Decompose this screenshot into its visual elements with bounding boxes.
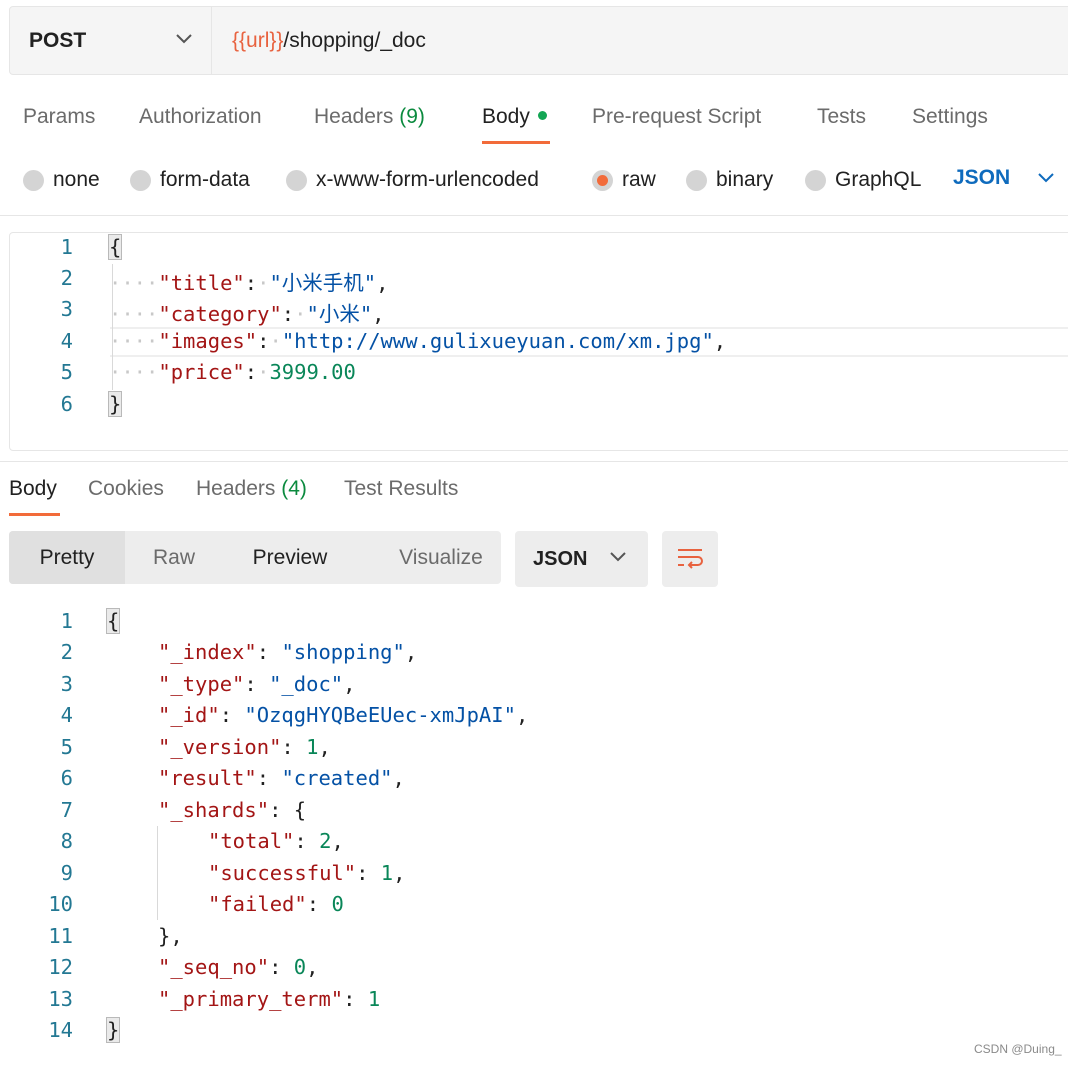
line-number: 2 — [60, 640, 73, 664]
code-line: } — [107, 391, 123, 417]
line-number: 4 — [60, 703, 73, 727]
wrap-lines-button[interactable] — [662, 531, 718, 587]
code-line: "failed": 0 — [208, 892, 344, 916]
line-number: 6 — [60, 392, 73, 416]
code-line: "successful": 1, — [208, 861, 406, 885]
code-line: ····"title":·"小米手机", — [109, 271, 389, 295]
code-line: "_version": 1, — [158, 735, 331, 759]
line-number: 3 — [60, 297, 73, 321]
code-line: "_index": "shopping", — [158, 640, 418, 664]
line-number: 8 — [60, 829, 73, 853]
code-line: "_seq_no": 0, — [158, 955, 319, 979]
view-pretty-button[interactable]: Pretty — [9, 531, 125, 584]
tab-headers[interactable]: Headers (9) — [314, 105, 425, 129]
tab-tests[interactable]: Tests — [817, 105, 866, 129]
line-number: 13 — [48, 987, 73, 1011]
code-line: }, — [158, 924, 183, 948]
response-tab-underline — [9, 513, 60, 516]
line-number: 4 — [60, 329, 73, 353]
view-visualize-button[interactable]: Visualize — [375, 531, 507, 584]
chevron-down-icon — [610, 552, 626, 562]
code-line: ····"category":·"小米", — [109, 302, 385, 326]
line-number: 12 — [48, 955, 73, 979]
line-number: 5 — [60, 360, 73, 384]
response-tab-test-results[interactable]: Test Results — [344, 477, 458, 501]
line-number: 11 — [48, 924, 73, 948]
raw-format-dropdown[interactable]: JSON — [953, 166, 1054, 190]
line-number: 1 — [60, 609, 73, 633]
line-number: 1 — [60, 235, 73, 259]
line-number: 2 — [60, 266, 73, 290]
code-line: "_type": "_doc", — [158, 672, 356, 696]
code-line: "total": 2, — [208, 829, 344, 853]
wrap-lines-icon — [678, 549, 703, 569]
code-line: "result": "created", — [158, 766, 405, 790]
code-line: ····"images":·"http://www.gulixueyuan.co… — [109, 329, 727, 353]
line-number: 14 — [48, 1018, 73, 1042]
radio-none[interactable]: none — [23, 168, 100, 192]
tab-body-underline — [482, 141, 550, 144]
view-mode-switch: Pretty Raw Preview Visualize — [9, 531, 501, 584]
radio-raw[interactable]: raw — [592, 168, 656, 192]
radio-graphql[interactable]: GraphQL — [805, 168, 921, 192]
radio-binary[interactable]: binary — [686, 168, 773, 192]
radio-x-www-form-urlencoded[interactable]: x-www-form-urlencoded — [286, 168, 539, 192]
code-line: ····"price":·3999.00 — [109, 360, 356, 384]
radio-form-data[interactable]: form-data — [130, 168, 250, 192]
line-number: 5 — [60, 735, 73, 759]
headers-count: (9) — [399, 105, 425, 128]
divider — [0, 461, 1068, 462]
line-number: 7 — [60, 798, 73, 822]
body-modified-dot — [537, 110, 547, 120]
method-select[interactable]: POST — [10, 7, 212, 74]
response-headers-count: (4) — [281, 477, 307, 500]
tab-body[interactable]: Body — [482, 105, 547, 129]
divider — [0, 215, 1068, 216]
chevron-down-icon — [1038, 173, 1054, 183]
code-line: } — [105, 1017, 121, 1043]
line-number: 10 — [48, 892, 73, 916]
code-line: { — [105, 608, 121, 634]
method-label: POST — [29, 28, 87, 52]
tab-settings[interactable]: Settings — [912, 105, 988, 129]
url-path: /shopping/_doc — [283, 28, 426, 52]
line-number: 9 — [60, 861, 73, 885]
line-number: 3 — [60, 672, 73, 696]
line-number: 6 — [60, 766, 73, 790]
response-tab-headers[interactable]: Headers (4) — [196, 477, 307, 501]
response-tab-body[interactable]: Body — [9, 477, 57, 501]
watermark: CSDN @Duing_ — [974, 1042, 1062, 1056]
indent-guide — [157, 826, 158, 920]
response-format-dropdown[interactable]: JSON — [515, 531, 648, 587]
tab-authorization[interactable]: Authorization — [139, 105, 262, 129]
chevron-down-icon — [176, 34, 192, 44]
url-input[interactable]: {{url}}/shopping/_doc — [212, 7, 426, 74]
view-raw-button[interactable]: Raw — [125, 531, 223, 584]
tab-pre-request-script[interactable]: Pre-request Script — [592, 105, 761, 129]
url-bar: POST {{url}}/shopping/_doc — [9, 6, 1068, 75]
code-line: "_id": "OzqgHYQBeEUec-xmJpAI", — [158, 703, 529, 727]
code-line: { — [107, 234, 123, 260]
tab-params[interactable]: Params — [23, 105, 95, 129]
url-variable: {{url}} — [232, 28, 284, 52]
view-preview-button[interactable]: Preview — [234, 531, 346, 584]
code-line: "_shards": { — [158, 798, 307, 822]
code-line: "_primary_term": 1 — [158, 987, 381, 1011]
response-tab-cookies[interactable]: Cookies — [88, 477, 164, 501]
